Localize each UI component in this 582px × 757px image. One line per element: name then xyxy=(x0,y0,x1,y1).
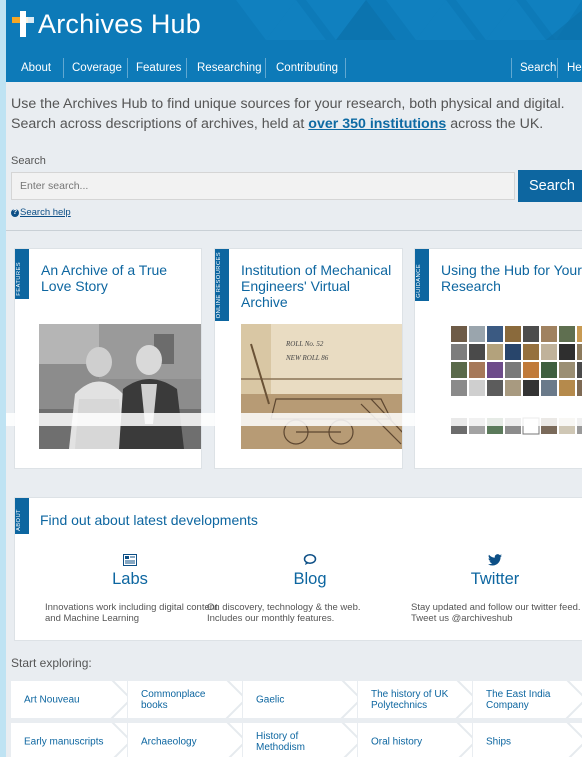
explore-tile-label: Oral history xyxy=(371,736,423,747)
twitter-bird-icon xyxy=(405,554,582,570)
card-tag: GUIDANCE xyxy=(415,249,429,301)
search-button[interactable]: Search xyxy=(518,170,582,202)
nav-features[interactable]: Features xyxy=(136,54,181,82)
engineering-drawing: ROLL No. 52 NEW ROLL 86 xyxy=(241,324,402,449)
chevron-right-icon xyxy=(226,723,242,757)
archive-collage xyxy=(441,324,582,449)
explore-tile-label: Art Nouveau xyxy=(24,694,80,705)
search-input[interactable] xyxy=(11,172,515,200)
nav-separator xyxy=(63,58,64,78)
card-image-archive-collage[interactable] xyxy=(441,324,582,449)
card-tag-label: GUIDANCE xyxy=(416,264,422,298)
explore-tile[interactable]: Archaeology xyxy=(128,723,242,757)
explore-tile-label: The history of UK Polytechnics xyxy=(371,688,449,711)
labs-heading[interactable]: Labs xyxy=(40,570,220,589)
nav-separator xyxy=(345,58,346,78)
nav-separator xyxy=(511,58,512,78)
couple-photo xyxy=(39,324,201,449)
card-tag: FEATURES xyxy=(15,249,29,299)
labs-block[interactable]: Labs Innovations work including digital … xyxy=(40,554,220,624)
twitter-description: Stay updated and follow our twitter feed… xyxy=(411,602,581,624)
search-label: Search xyxy=(11,155,46,167)
about-title: Find out about latest developments xyxy=(40,512,258,528)
nav-separator xyxy=(557,58,558,78)
twitter-heading[interactable]: Twitter xyxy=(405,570,582,589)
site-header: Archives Hub About Coverage Features Res… xyxy=(6,0,582,82)
about-panel: ABOUT Find out about latest developments… xyxy=(14,497,582,641)
newspaper-icon xyxy=(40,554,220,570)
page: Archives Hub About Coverage Features Res… xyxy=(6,0,582,757)
explore-tile-label: Early manuscripts xyxy=(24,736,104,747)
nav-researching[interactable]: Researching xyxy=(197,54,262,82)
chevron-right-icon xyxy=(456,723,472,757)
blog-description: On discovery, technology & the web. Incl… xyxy=(207,602,361,624)
question-circle-icon: ? xyxy=(11,208,19,217)
explore-tile[interactable]: Art Nouveau xyxy=(11,681,127,718)
nav-about[interactable]: About xyxy=(21,54,51,82)
explore-tile[interactable]: Commonplace books xyxy=(128,681,242,718)
intro-text-after: across the UK. xyxy=(446,116,544,132)
site-title: Archives Hub xyxy=(38,8,201,39)
explore-tile[interactable]: Oral history xyxy=(358,723,472,757)
card-tag: ONLINE RESOURCES xyxy=(215,249,229,321)
overlay-white-band xyxy=(6,413,582,426)
explore-tile[interactable]: The history of UK Polytechnics xyxy=(358,681,472,718)
guide-card-using-hub[interactable]: GUIDANCE Using the Hub for Your Research xyxy=(414,248,582,469)
nav-search[interactable]: Search xyxy=(520,54,556,82)
nav-contributing[interactable]: Contributing xyxy=(276,54,338,82)
archives-hub-logo-icon xyxy=(12,11,34,37)
twitter-block[interactable]: Twitter Stay updated and follow our twit… xyxy=(405,554,582,624)
nav-separator xyxy=(265,58,266,78)
feature-card-imeche-archive[interactable]: ONLINE RESOURCES Institution of Mechanic… xyxy=(214,248,403,469)
chevron-right-icon xyxy=(111,723,127,757)
explore-tile[interactable]: Gaelic xyxy=(243,681,357,718)
card-image-engineering-drawing[interactable]: ROLL No. 52 NEW ROLL 86 xyxy=(241,324,402,449)
card-title[interactable]: Using the Hub for Your Research xyxy=(441,262,582,294)
chevron-right-icon xyxy=(565,681,582,718)
chevron-right-icon xyxy=(340,681,357,718)
intro-text: Use the Archives Hub to find unique sour… xyxy=(11,94,582,134)
explore-tile-label: Archaeology xyxy=(141,736,197,747)
drawing-label-new-roll: NEW ROLL 86 xyxy=(285,354,329,362)
section-divider xyxy=(6,230,582,231)
explore-tile-label: The East India Company xyxy=(486,688,551,711)
chevron-right-icon xyxy=(110,681,127,718)
chevron-right-icon xyxy=(566,723,582,757)
drawing-label-roll: ROLL No. 52 xyxy=(285,340,324,348)
start-exploring-label: Start exploring: xyxy=(11,656,92,670)
explore-tile-label: History of Methodism xyxy=(256,730,305,753)
card-tag-label: FEATURES xyxy=(16,262,22,296)
blog-heading[interactable]: Blog xyxy=(220,570,400,589)
card-tag-label: ONLINE RESOURCES xyxy=(216,251,222,318)
explore-tile[interactable]: History of Methodism xyxy=(243,723,357,757)
explore-tile[interactable]: Early manuscripts xyxy=(11,723,127,757)
main-nav: About Coverage Features Researching Cont… xyxy=(6,54,582,82)
blog-block[interactable]: Blog On discovery, technology & the web.… xyxy=(207,554,400,624)
explore-tile-label: Commonplace books xyxy=(141,688,206,711)
search-help-label: Search help xyxy=(20,207,71,218)
nav-coverage[interactable]: Coverage xyxy=(72,54,122,82)
institutions-link[interactable]: over 350 institutions xyxy=(308,116,446,132)
site-logo[interactable]: Archives Hub xyxy=(12,6,201,42)
feature-card-love-story[interactable]: FEATURES An Archive of a True Love Story xyxy=(14,248,202,469)
card-title[interactable]: An Archive of a True Love Story xyxy=(41,262,191,294)
speech-bubble-icon xyxy=(220,554,400,570)
search-help-link[interactable]: ? Search help xyxy=(11,207,71,218)
explore-tile-label: Gaelic xyxy=(256,694,285,705)
explore-tile[interactable]: Ships xyxy=(473,723,582,757)
chevron-right-icon xyxy=(225,681,242,718)
chevron-right-icon xyxy=(341,723,357,757)
card-title[interactable]: Institution of Mechanical Engineers' Vir… xyxy=(241,262,396,310)
chevron-right-icon xyxy=(455,681,472,718)
nav-help[interactable]: He xyxy=(567,54,582,82)
card-image-couple-photo[interactable] xyxy=(39,324,201,449)
explore-tile-label: Ships xyxy=(486,736,512,747)
explore-tile[interactable]: The East India Company xyxy=(473,681,582,718)
about-tag: ABOUT xyxy=(15,498,29,534)
nav-separator xyxy=(186,58,187,78)
about-tag-label: ABOUT xyxy=(16,509,22,531)
nav-separator xyxy=(127,58,128,78)
